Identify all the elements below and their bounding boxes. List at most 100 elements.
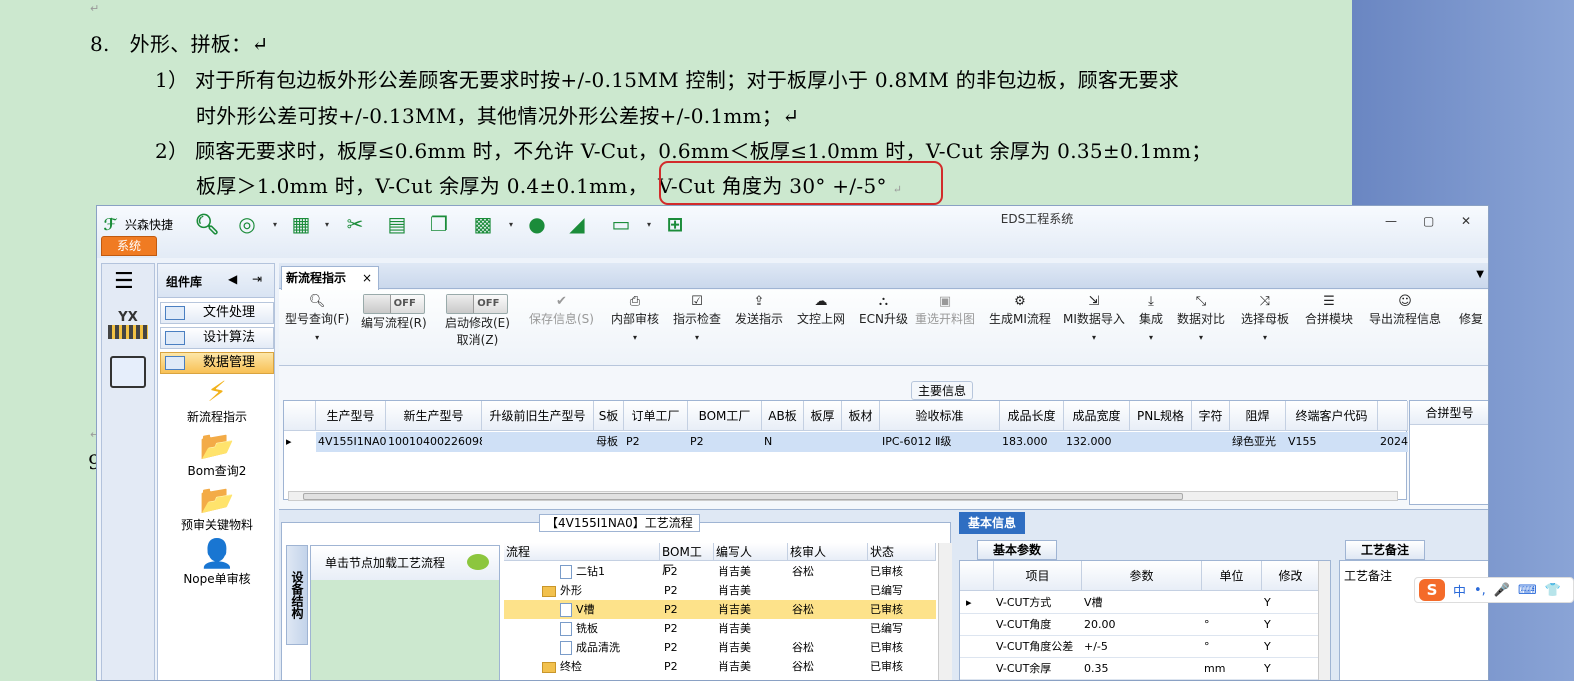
param-row[interactable]: V-CUT角度公差 +/-5 ° Y <box>960 636 1320 658</box>
export-button[interactable]: ☺ 导出流程信息 <box>1369 294 1441 327</box>
table-cell[interactable]: 10010400226098 <box>386 432 482 452</box>
table-cell[interactable] <box>482 432 594 452</box>
start-modify-toggle[interactable]: OFF 启动修改(E) 取消(Z) <box>445 294 510 348</box>
tab-basic-info[interactable]: 基本信息 <box>959 512 1025 534</box>
table-cell[interactable]: 183.000 <box>1000 432 1064 452</box>
param-row[interactable]: ▸ V-CUT方式 V槽 Y <box>960 592 1320 614</box>
gen-mi-button[interactable]: ⚙ 生成MI流程 <box>989 294 1051 327</box>
close-icon[interactable]: × <box>362 267 372 289</box>
process-row[interactable]: V槽 P2 肖吉美 谷松 已审核 <box>504 600 936 619</box>
integrate-button[interactable]: ⤓ 集成 ▾ <box>1139 294 1163 349</box>
chevron-down-icon[interactable]: ▼ <box>1476 269 1484 280</box>
toggle-switch[interactable]: OFF <box>362 294 425 314</box>
table-icon[interactable]: ▦ <box>289 212 313 236</box>
scissors-icon[interactable]: ✂ <box>343 212 367 236</box>
chevron-down-icon[interactable]: ▾ <box>509 220 513 229</box>
sogou-logo-icon[interactable]: S <box>1419 579 1445 601</box>
toggle-switch[interactable]: OFF <box>446 294 509 314</box>
scrollbar-thumb[interactable] <box>303 493 1183 500</box>
column-header[interactable]: 成品宽度 <box>1064 401 1130 431</box>
chevron-down-icon[interactable]: ▾ <box>273 220 277 229</box>
tab-new-flow[interactable]: 新流程指示 × <box>281 266 379 290</box>
user-icon[interactable]: ● <box>525 212 549 236</box>
calculator-icon[interactable] <box>110 356 146 388</box>
tool-key-material[interactable]: 📂 预审关键物料 <box>158 484 276 533</box>
internal-review-button[interactable]: ⎙ 内部审核 ▾ <box>611 294 659 349</box>
table-cell[interactable]: 绿色亚光 <box>1230 432 1286 452</box>
close-button[interactable]: ✕ <box>1461 214 1471 228</box>
redraw-button[interactable]: ▣ 重选开料图 <box>915 294 975 327</box>
column-header[interactable]: 验收标准 <box>880 401 1000 431</box>
ime-mode[interactable]: 中 <box>1453 581 1466 600</box>
exit-icon[interactable]: ⇥ <box>252 272 262 286</box>
collapse-left-icon[interactable]: ◀ <box>228 272 237 286</box>
param-value[interactable]: 20.00 <box>1084 614 1200 636</box>
menu-design-algorithm[interactable]: 设计算法 <box>160 327 274 349</box>
table-cell[interactable]: 2024 <box>1378 432 1408 452</box>
param-row[interactable]: V-CUT余厚 0.35 mm Y <box>960 658 1320 680</box>
chevron-down-icon[interactable]: ▾ <box>647 220 651 229</box>
table-cell[interactable]: IPC-6012 Ⅱ级 <box>880 432 1000 452</box>
table-cell[interactable] <box>1130 432 1192 452</box>
grid-icon[interactable]: ▩ <box>471 212 495 236</box>
maximize-button[interactable]: ▢ <box>1423 214 1434 228</box>
chevron-down-icon[interactable]: ▾ <box>325 220 329 229</box>
column-header[interactable]: BOM工厂 <box>688 401 762 431</box>
vertical-scrollbar[interactable] <box>938 543 952 680</box>
menu-data-management[interactable]: 数据管理 <box>160 352 274 374</box>
tool-bom-query[interactable]: 📂 Bom查询2 <box>158 430 276 479</box>
column-header[interactable]: 状态 <box>868 543 936 561</box>
yx-factory-icon[interactable]: YX <box>108 310 148 346</box>
column-header[interactable]: 合拼型号 <box>1410 401 1488 425</box>
column-header[interactable]: AB板 <box>762 401 804 431</box>
param-value[interactable]: V槽 <box>1084 592 1200 614</box>
windows-icon[interactable]: ⊞ <box>663 212 687 236</box>
table-cell[interactable]: 132.000 <box>1064 432 1130 452</box>
column-header[interactable]: BOM工厂 <box>660 543 714 577</box>
process-row[interactable]: 铣板 P2 肖吉美 已编写 <box>504 619 936 638</box>
process-row[interactable]: 二钻1 P2 肖吉美 谷松 已审核 <box>504 562 936 581</box>
column-header[interactable]: 字符 <box>1192 401 1230 431</box>
param-value[interactable]: +/-5 <box>1084 636 1200 658</box>
column-header[interactable]: 流程 <box>504 543 660 561</box>
compare-button[interactable]: ⤡ 数据对比 ▾ <box>1177 294 1225 349</box>
system-menu-tab[interactable]: 系统 <box>101 236 157 256</box>
skin-icon[interactable]: 👕 <box>1545 583 1561 598</box>
horizontal-scrollbar[interactable] <box>288 491 1398 501</box>
save-button[interactable]: ✔ 保存信息(S) <box>529 294 594 327</box>
vertical-scrollbar[interactable] <box>1318 561 1330 680</box>
tab-process-remark[interactable]: 工艺备注 <box>1345 540 1425 560</box>
table-cell[interactable]: 母板 <box>594 432 624 452</box>
param-value[interactable]: 0.35 <box>1084 658 1200 680</box>
menu-file-processing[interactable]: 文件处理 <box>160 302 274 324</box>
column-header[interactable]: 新生产型号 <box>386 401 482 431</box>
equipment-structure-tab[interactable]: 设备结构 <box>286 545 308 645</box>
column-header[interactable]: 板材 <box>842 401 880 431</box>
column-header[interactable]: 升级前旧生产型号 <box>482 401 594 431</box>
film-icon[interactable]: ▤ <box>385 212 409 236</box>
edit-flow-toggle[interactable]: OFF 编写流程(R) <box>361 294 427 331</box>
column-header[interactable]: 终端客户代码 <box>1286 401 1378 431</box>
punctuation-icon[interactable]: •, <box>1474 583 1486 598</box>
upload-button[interactable]: ☁ 文控上网 <box>797 294 845 327</box>
hamburger-menu-icon[interactable]: ☰ <box>114 271 134 293</box>
column-header[interactable]: 核审人 <box>788 543 868 561</box>
column-header[interactable]: 订单工厂 <box>624 401 688 431</box>
table-cell[interactable]: P2 <box>688 432 762 452</box>
column-header[interactable]: S板 <box>594 401 624 431</box>
column-header[interactable]: 单位 <box>1202 561 1262 591</box>
repair-button[interactable]: 修复 <box>1459 294 1483 327</box>
process-row[interactable]: 终检 P2 肖吉美 谷松 已审核 <box>504 657 936 676</box>
column-header[interactable]: 修改 <box>1262 561 1320 591</box>
keyboard-icon[interactable]: ⌨ <box>1518 583 1537 598</box>
column-header[interactable]: 项目 <box>994 561 1082 591</box>
minimize-button[interactable]: — <box>1385 214 1397 228</box>
column-header[interactable]: 阻焊 <box>1230 401 1286 431</box>
lifebuoy-icon[interactable]: ◎ <box>235 212 259 236</box>
process-row[interactable]: 外形 P2 肖吉美 已编写 <box>504 581 936 600</box>
monitor-icon[interactable]: ▭ <box>609 212 633 236</box>
table-cell[interactable] <box>1192 432 1230 452</box>
check-button[interactable]: ☑ 指示检查 ▾ <box>673 294 721 349</box>
table-cell[interactable]: P2 <box>624 432 688 452</box>
mi-import-button[interactable]: ⇲ MI数据导入 ▾ <box>1063 294 1125 349</box>
